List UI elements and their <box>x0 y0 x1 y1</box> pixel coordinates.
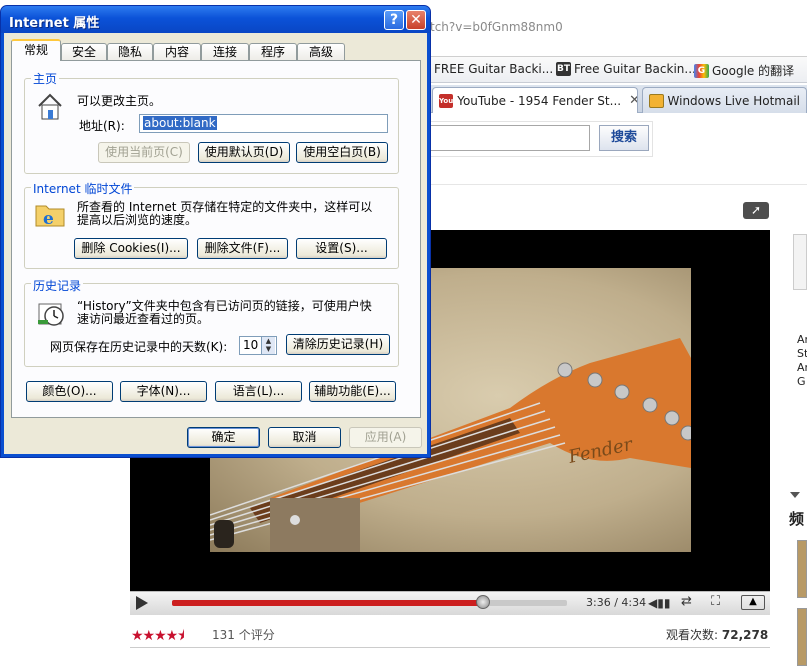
quality-toggle-icon[interactable]: ▲ <box>741 595 765 610</box>
colors-button[interactable]: 颜色(O)... <box>26 381 113 402</box>
youtube-icon: You <box>439 93 454 108</box>
bookmark-label: Google 的翻译 <box>712 64 795 78</box>
use-default-page-button[interactable]: 使用默认页(D) <box>198 142 290 163</box>
use-current-page-button[interactable]: 使用当前页(C) <box>98 142 190 163</box>
tab-security[interactable]: 安全 <box>61 43 107 61</box>
stepper-arrows-icon[interactable]: ▲ ▼ <box>261 337 275 354</box>
cancel-button[interactable]: 取消 <box>268 427 341 448</box>
side-video-thumb[interactable] <box>797 540 807 598</box>
side-text-3: Ar <box>797 361 807 374</box>
seek-handle[interactable] <box>476 595 490 609</box>
bookmark-item-free-guitar-2[interactable]: BT Free Guitar Backin... <box>556 62 696 76</box>
side-text-1: Ar <box>797 333 807 346</box>
tab-connections[interactable]: 连接 <box>201 43 249 61</box>
homepage-group-title: 主页 <box>31 70 60 87</box>
temp-files-description-2: 提高以后浏览的速度。 <box>77 213 198 227</box>
hotmail-icon <box>649 93 664 108</box>
chevron-down-icon[interactable] <box>790 492 800 498</box>
divider <box>430 184 807 185</box>
video-time: 3:36 / 4:34 <box>586 596 647 609</box>
temp-files-group-title: Internet 临时文件 <box>31 180 135 197</box>
help-button[interactable]: ? <box>384 10 404 30</box>
side-text-2: St <box>797 347 807 360</box>
tab-privacy[interactable]: 隐私 <box>107 43 153 61</box>
tab-label: Windows Live Hotmail <box>667 93 800 108</box>
views-label: 观看次数: <box>666 628 719 642</box>
ratings-count: 131 个评分 <box>212 628 275 642</box>
tab-hotmail[interactable]: Windows Live Hotmail <box>642 87 807 113</box>
search-button[interactable]: 搜索 <box>599 125 649 151</box>
tab-label: YouTube - 1954 Fender St... <box>457 93 622 108</box>
popout-icon[interactable]: ⇄ <box>681 594 692 609</box>
side-section-title: 频 <box>789 510 805 528</box>
dialog-title: Internet 属性 <box>9 16 100 31</box>
side-video-thumb[interactable] <box>797 608 807 666</box>
bookmarks-bar: FREE Guitar Backi... BT Free Guitar Back… <box>430 57 807 83</box>
history-group-title: 历史记录 <box>31 277 84 294</box>
side-thumbnail[interactable] <box>793 234 807 290</box>
google-icon: G <box>694 63 709 78</box>
seek-bar-progress <box>172 600 483 606</box>
delete-files-button[interactable]: 删除文件(F)... <box>197 238 288 259</box>
address-bar-url[interactable]: tch?v=b0fGnm88nm0 <box>430 20 563 34</box>
tab-programs[interactable]: 程序 <box>249 43 297 61</box>
close-icon[interactable]: ✕ <box>629 93 637 108</box>
tab-advanced[interactable]: 高级 <box>297 43 345 61</box>
history-description-2: 速访问最近查看过的页。 <box>77 312 210 326</box>
browser-tab-strip: You YouTube - 1954 Fender St... ✕ Window… <box>430 85 807 113</box>
use-blank-page-button[interactable]: 使用空白页(B) <box>296 142 388 163</box>
share-icon[interactable]: ➚ <box>743 202 769 219</box>
history-days-label: 网页保存在历史记录中的天数(K): <box>50 340 228 354</box>
svg-text:e: e <box>43 209 54 228</box>
fonts-button[interactable]: 字体(N)... <box>120 381 207 402</box>
home-icon <box>36 92 64 125</box>
view-count: 观看次数: 72,278 <box>666 626 768 643</box>
volume-icon[interactable]: ◀︎▮▮ <box>648 596 670 610</box>
delete-cookies-button[interactable]: 删除 Cookies(I)... <box>74 238 188 259</box>
side-text-4: G <box>797 375 806 388</box>
views-value: 72,278 <box>721 628 769 642</box>
homepage-address-input[interactable]: about:blank <box>139 114 388 133</box>
homepage-description: 可以更改主页。 <box>77 94 162 108</box>
ok-button[interactable]: 确定 <box>187 427 260 448</box>
accessibility-button[interactable]: 辅助功能(E)... <box>309 381 396 402</box>
video-action-tabs <box>130 647 770 656</box>
tab-content[interactable]: 内容 <box>153 43 201 61</box>
apply-button[interactable]: 应用(A) <box>349 427 422 448</box>
fullscreen-icon[interactable]: ⛶ <box>711 594 720 609</box>
bt-icon: BT <box>556 62 571 76</box>
address-value: about:blank <box>143 116 217 130</box>
bookmark-label: Free Guitar Backin... <box>574 62 696 76</box>
rating-stars[interactable]: ★★★★⯨ <box>131 625 185 649</box>
play-icon[interactable] <box>136 596 148 610</box>
bookmark-item-free-guitar-1[interactable]: FREE Guitar Backi... <box>434 62 553 76</box>
languages-button[interactable]: 语言(L)... <box>215 381 302 402</box>
history-clock-icon <box>36 298 66 331</box>
address-label: 地址(R): <box>79 119 125 133</box>
close-button[interactable]: ✕ <box>406 10 426 30</box>
temp-settings-button[interactable]: 设置(S)... <box>296 238 387 259</box>
browser-page: tch?v=b0fGnm88nm0 FREE Guitar Backi... B… <box>0 0 807 666</box>
bookmark-label: FREE Guitar Backi... <box>434 62 554 76</box>
clear-history-button[interactable]: 清除历史记录(H) <box>286 334 390 355</box>
bookmark-item-google-translate[interactable]: G Google 的翻译 <box>694 62 794 79</box>
tab-youtube[interactable]: You YouTube - 1954 Fender St... ✕ <box>432 87 638 113</box>
search-input[interactable] <box>430 125 590 151</box>
ie-folder-icon: e <box>34 198 66 231</box>
history-days-value: 10 <box>243 338 259 352</box>
tab-general[interactable]: 常规 <box>11 39 61 61</box>
